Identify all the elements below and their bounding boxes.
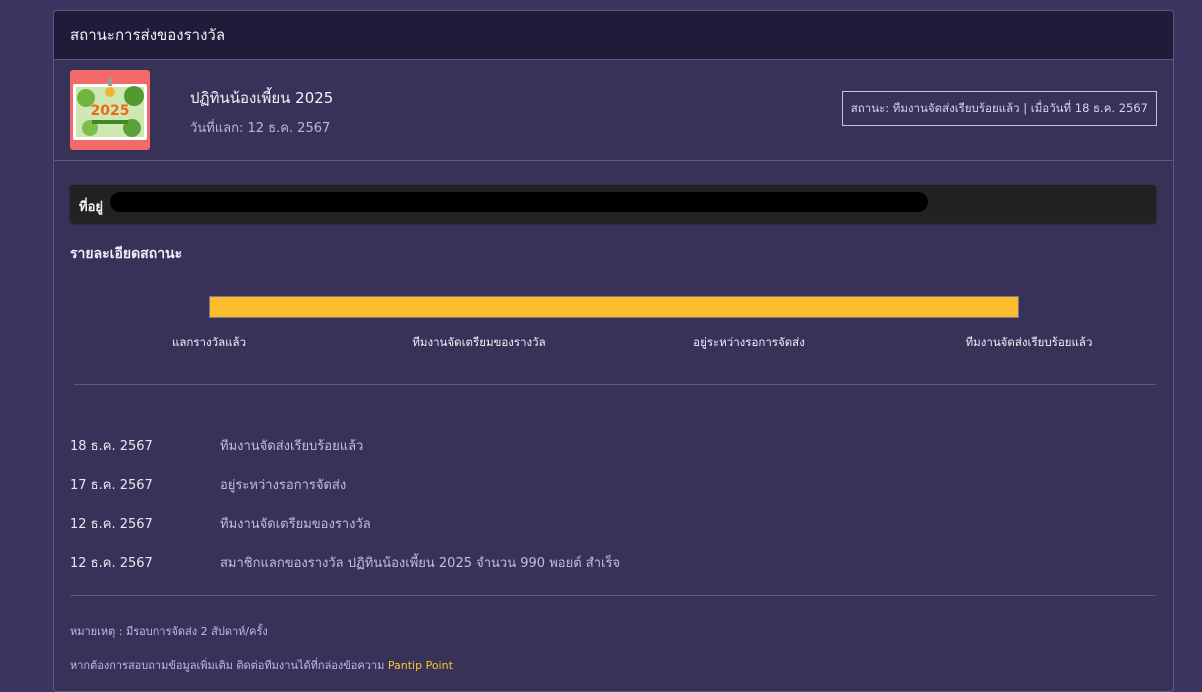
history-text: ทีมงานจัดเตรียมของรางวัล	[220, 517, 371, 532]
history-date: 18 ธ.ค. 2567	[70, 439, 153, 454]
reward-thumbnail: 2025	[70, 70, 150, 150]
pantip-point-link[interactable]: Pantip Point	[388, 659, 453, 672]
divider	[74, 384, 1156, 385]
reward-item-row: 2025 ปฏิทินน้องเพี้ยน 2025 วันที่แลก: 12…	[54, 60, 1173, 161]
status-detail-title: รายละเอียดสถานะ	[70, 246, 183, 262]
redeem-date: วันที่แลก: 12 ธ.ค. 2567	[190, 121, 331, 136]
address-bar: ที่อยู่	[70, 185, 1156, 223]
step-redeemed: แลกรางวัลแล้ว	[171, 335, 247, 349]
step-shipped: ทีมงานจัดส่งเรียบร้อยแล้ว	[965, 335, 1093, 349]
calendar-image-icon: 2025	[73, 78, 147, 140]
divider	[70, 595, 1156, 596]
address-redaction	[110, 192, 928, 212]
shipping-remark: หมายเหตุ : มีรอบการจัดส่ง 2 สัปดาห์/ครั้…	[70, 625, 268, 638]
svg-text:2025: 2025	[91, 103, 130, 119]
page-title: สถานะการส่งของรางวัล	[70, 26, 226, 44]
history-text: ทีมงานจัดส่งเรียบร้อยแล้ว	[220, 439, 364, 454]
reward-status-panel: สถานะการส่งของรางวัล 2025 ปฏิทินน้องเพี้…	[53, 10, 1174, 692]
step-awaiting-shipment: อยู่ระหว่างรอการจัดส่ง	[693, 335, 805, 349]
history-date: 12 ธ.ค. 2567	[70, 517, 153, 532]
step-preparing: ทีมงานจัดเตรียมของรางวัล	[412, 335, 546, 349]
panel-header: สถานะการส่งของรางวัล	[54, 11, 1173, 60]
status-badge: สถานะ: ทีมงานจัดส่งเรียบร้อยแล้ว | เมื่อ…	[841, 91, 1157, 126]
history-date: 12 ธ.ค. 2567	[70, 556, 153, 571]
status-progress-fill	[210, 297, 1018, 317]
history-date: 17 ธ.ค. 2567	[70, 478, 153, 493]
history-text: อยู่ระหว่างรอการจัดส่ง	[220, 478, 347, 493]
contact-note: หากต้องการสอบถามข้อมูลเพิ่มเติม ติดต่อที…	[70, 656, 453, 674]
status-progress-bar	[209, 296, 1019, 318]
history-text: สมาชิกแลกของรางวัล ปฏิทินน้องเพี้ยน 2025…	[220, 556, 621, 571]
reward-name: ปฏิทินน้องเพี้ยน 2025	[190, 89, 334, 107]
address-label: ที่อยู่	[79, 200, 103, 215]
contact-note-text: หากต้องการสอบถามข้อมูลเพิ่มเติม ติดต่อที…	[70, 659, 385, 672]
